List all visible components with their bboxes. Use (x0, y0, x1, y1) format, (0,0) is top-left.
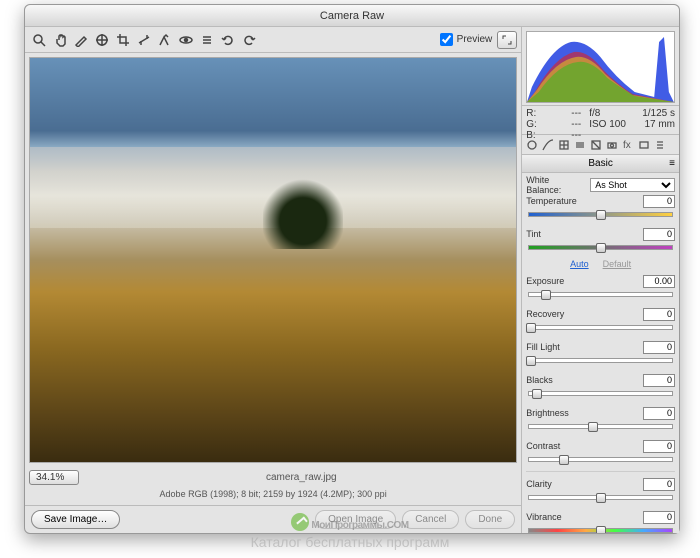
brightness-value[interactable] (643, 407, 675, 420)
open-image-button[interactable]: Open Image (315, 510, 396, 529)
tab-fx-icon[interactable]: fx (620, 137, 635, 152)
preview-label: Preview (457, 34, 493, 45)
white-balance-label: White Balance: (526, 175, 586, 195)
content-area: Preview 34.1% camera_raw.jpg Adobe RGB (… (25, 27, 679, 533)
zoom-level-select[interactable]: 34.1% (29, 470, 79, 485)
left-panel: Preview 34.1% camera_raw.jpg Adobe RGB (… (25, 27, 522, 533)
done-button[interactable]: Done (465, 510, 515, 529)
toolbar: Preview (25, 27, 521, 53)
blacks-slider[interactable] (528, 388, 673, 400)
image-preview-area[interactable] (29, 57, 517, 463)
filename-label: camera_raw.jpg (85, 472, 517, 483)
exposure-value[interactable] (643, 275, 675, 288)
save-image-button[interactable]: Save Image… (31, 510, 120, 529)
tab-curve-icon[interactable] (540, 137, 555, 152)
panel-menu-icon[interactable]: ≡ (669, 155, 675, 173)
tab-basic-icon[interactable] (524, 137, 539, 152)
default-link[interactable]: Default (603, 259, 632, 269)
rotate-cw-icon[interactable] (239, 30, 259, 50)
exposure-slider[interactable] (528, 289, 673, 301)
list-tool-icon[interactable] (197, 30, 217, 50)
panel-header: Basic ≡ (522, 155, 679, 173)
auto-default-row: Auto Default (526, 259, 675, 269)
white-balance-tool-icon[interactable] (71, 30, 91, 50)
camera-raw-window: Camera Raw Preview (24, 4, 680, 534)
adjustment-tab-row: fx (522, 135, 679, 155)
tab-detail-icon[interactable] (556, 137, 571, 152)
tab-presets-icon[interactable] (652, 137, 667, 152)
zoom-bar: 34.1% camera_raw.jpg (25, 467, 521, 487)
vibrance-slider[interactable] (528, 525, 673, 533)
cancel-button[interactable]: Cancel (402, 510, 459, 529)
temperature-slider[interactable] (528, 209, 673, 221)
vibrance-value[interactable] (643, 511, 675, 524)
fill-light-value[interactable] (643, 341, 675, 354)
tab-lens-icon[interactable] (604, 137, 619, 152)
contrast-slider[interactable] (528, 454, 673, 466)
basic-adjustments-panel: White Balance: As Shot Temperature Tint … (522, 173, 679, 533)
bottom-button-bar: Save Image… Open Image Cancel Done (25, 505, 521, 533)
tint-slider[interactable] (528, 242, 673, 254)
rotate-ccw-icon[interactable] (218, 30, 238, 50)
fill-light-slider[interactable] (528, 355, 673, 367)
contrast-value[interactable] (643, 440, 675, 453)
straighten-tool-icon[interactable] (134, 30, 154, 50)
hand-tool-icon[interactable] (50, 30, 70, 50)
spot-removal-tool-icon[interactable] (155, 30, 175, 50)
temperature-row: Temperature (526, 193, 675, 209)
auto-link[interactable]: Auto (570, 259, 589, 269)
fullscreen-toggle-icon[interactable] (497, 31, 517, 49)
recovery-slider[interactable] (528, 322, 673, 334)
tint-value[interactable] (643, 228, 675, 241)
exif-readout: f/81/125 s ISO 10017 mm (581, 108, 675, 132)
svg-text:fx: fx (623, 140, 631, 151)
crop-tool-icon[interactable] (113, 30, 133, 50)
zoom-tool-icon[interactable] (29, 30, 49, 50)
histogram-svg (527, 32, 674, 102)
workflow-link[interactable]: Adobe RGB (1998); 8 bit; 2159 by 1924 (4… (25, 487, 521, 505)
tab-calibration-icon[interactable] (636, 137, 651, 152)
blacks-value[interactable] (643, 374, 675, 387)
info-readout: R:--- G:--- B:--- f/81/125 s ISO 10017 m… (522, 105, 679, 135)
clarity-value[interactable] (643, 478, 675, 491)
tab-hsl-icon[interactable] (572, 137, 587, 152)
color-sampler-tool-icon[interactable] (92, 30, 112, 50)
preview-checkbox[interactable]: Preview (440, 33, 493, 46)
clarity-slider[interactable] (528, 492, 673, 504)
preview-checkbox-input[interactable] (440, 33, 453, 46)
brightness-slider[interactable] (528, 421, 673, 433)
tab-split-icon[interactable] (588, 137, 603, 152)
right-panel: R:--- G:--- B:--- f/81/125 s ISO 10017 m… (522, 27, 679, 533)
temperature-value[interactable] (643, 195, 675, 208)
histogram[interactable] (526, 31, 675, 103)
rgb-readout: R:--- G:--- B:--- (526, 108, 581, 132)
tint-row: Tint (526, 226, 675, 242)
window-titlebar[interactable]: Camera Raw (25, 5, 679, 27)
panel-header-label: Basic (588, 155, 612, 173)
recovery-value[interactable] (643, 308, 675, 321)
preview-image (30, 58, 516, 462)
red-eye-tool-icon[interactable] (176, 30, 196, 50)
white-balance-row: White Balance: As Shot (526, 177, 675, 193)
white-balance-select[interactable]: As Shot (590, 178, 675, 192)
